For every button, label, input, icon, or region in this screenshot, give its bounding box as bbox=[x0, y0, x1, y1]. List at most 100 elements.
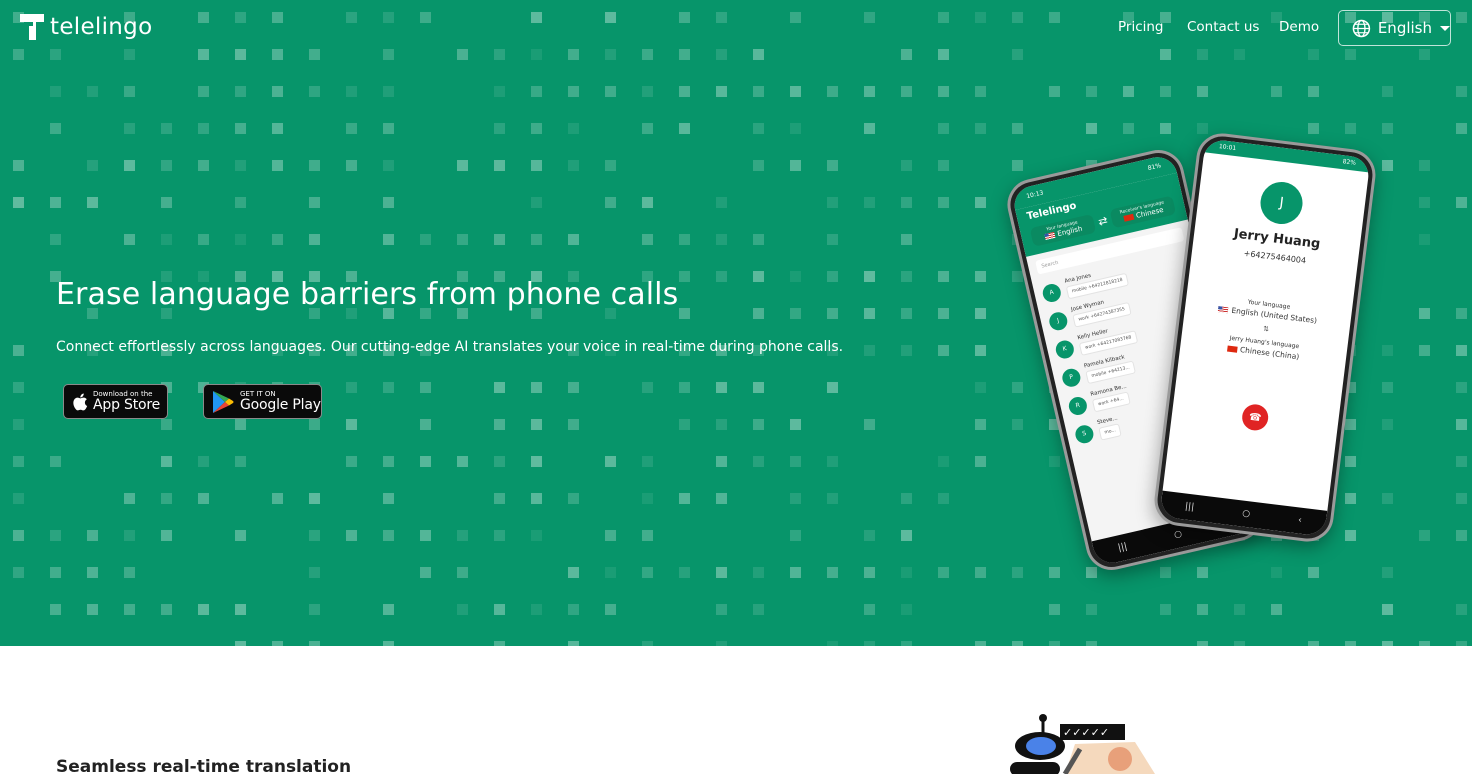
background-square bbox=[1197, 604, 1208, 615]
background-square bbox=[309, 530, 320, 541]
background-square bbox=[50, 567, 61, 578]
contact-avatar: K bbox=[1053, 338, 1076, 360]
background-square bbox=[531, 604, 542, 615]
background-square bbox=[901, 567, 912, 578]
background-square bbox=[1197, 86, 1208, 97]
background-square bbox=[235, 530, 246, 541]
background-square bbox=[50, 456, 61, 467]
background-square bbox=[1345, 419, 1356, 430]
background-square bbox=[827, 308, 838, 319]
background-square bbox=[605, 456, 616, 467]
background-square bbox=[1123, 123, 1134, 134]
background-square bbox=[1456, 419, 1467, 430]
background-square bbox=[716, 456, 727, 467]
background-square bbox=[716, 271, 727, 282]
background-square bbox=[13, 530, 24, 541]
background-square bbox=[1456, 308, 1467, 319]
background-square bbox=[50, 197, 61, 208]
background-square bbox=[1308, 123, 1319, 134]
google-play-button[interactable]: GET IT ON Google Play bbox=[203, 384, 322, 419]
background-square bbox=[864, 308, 875, 319]
contact-avatar: J bbox=[1047, 309, 1070, 332]
background-square bbox=[642, 123, 653, 134]
background-square bbox=[235, 123, 246, 134]
background-square bbox=[1197, 567, 1208, 578]
background-square bbox=[383, 382, 394, 393]
app-store-button[interactable]: Download on the App Store bbox=[63, 384, 168, 419]
logo-link[interactable]: telelingo bbox=[20, 14, 152, 40]
background-square bbox=[975, 456, 986, 467]
background-square bbox=[531, 197, 542, 208]
background-square bbox=[1419, 345, 1430, 356]
background-square bbox=[827, 493, 838, 504]
status-time: 10:01 bbox=[1218, 142, 1237, 153]
background-square bbox=[753, 419, 764, 430]
background-square bbox=[1382, 493, 1393, 504]
background-square bbox=[420, 456, 431, 467]
background-square bbox=[309, 419, 320, 430]
background-square bbox=[1086, 604, 1097, 615]
background-square bbox=[753, 567, 764, 578]
background-square bbox=[605, 567, 616, 578]
background-square bbox=[161, 197, 172, 208]
background-square bbox=[309, 160, 320, 171]
background-square bbox=[87, 160, 98, 171]
nav-link-contact-us[interactable]: Contact us bbox=[1187, 19, 1259, 35]
background-square bbox=[790, 530, 801, 541]
background-square bbox=[1419, 160, 1430, 171]
background-square bbox=[568, 86, 579, 97]
nav-link-pricing[interactable]: Pricing bbox=[1118, 19, 1164, 35]
background-square bbox=[679, 382, 690, 393]
background-square bbox=[124, 123, 135, 134]
nav-link-demo[interactable]: Demo bbox=[1279, 19, 1319, 35]
background-square bbox=[198, 493, 209, 504]
background-square bbox=[198, 234, 209, 245]
background-square bbox=[531, 234, 542, 245]
caller-avatar: J bbox=[1258, 179, 1305, 227]
background-square bbox=[494, 419, 505, 430]
background-square bbox=[161, 493, 172, 504]
background-square bbox=[790, 419, 801, 430]
background-square bbox=[1456, 530, 1467, 541]
background-square bbox=[642, 197, 653, 208]
background-square bbox=[1308, 86, 1319, 97]
background-square bbox=[753, 123, 764, 134]
background-square bbox=[198, 86, 209, 97]
background-square bbox=[309, 197, 320, 208]
background-square bbox=[13, 567, 24, 578]
swap-icon: ⇄ bbox=[1096, 213, 1109, 229]
background-square bbox=[1456, 123, 1467, 134]
background-square bbox=[716, 419, 727, 430]
background-square bbox=[753, 382, 764, 393]
background-square bbox=[605, 530, 616, 541]
background-square bbox=[938, 197, 949, 208]
language-selector[interactable]: English bbox=[1338, 10, 1451, 46]
background-square bbox=[938, 493, 949, 504]
background-square bbox=[679, 123, 690, 134]
background-square bbox=[50, 86, 61, 97]
background-square bbox=[642, 456, 653, 467]
background-square bbox=[827, 382, 838, 393]
background-square bbox=[716, 493, 727, 504]
contact-avatar: R bbox=[1066, 394, 1089, 417]
background-square bbox=[531, 86, 542, 97]
background-square bbox=[235, 160, 246, 171]
background-square bbox=[309, 493, 320, 504]
home-icon: ○ bbox=[1173, 529, 1184, 541]
background-square bbox=[346, 86, 357, 97]
apple-icon bbox=[73, 393, 88, 410]
caret-down-icon bbox=[1440, 25, 1450, 31]
background-square bbox=[827, 234, 838, 245]
background-square bbox=[383, 604, 394, 615]
background-square bbox=[1382, 567, 1393, 578]
background-square bbox=[790, 456, 801, 467]
background-square bbox=[420, 567, 431, 578]
background-square bbox=[864, 604, 875, 615]
background-square bbox=[753, 160, 764, 171]
background-square bbox=[1049, 567, 1060, 578]
background-square bbox=[124, 604, 135, 615]
background-square bbox=[50, 530, 61, 541]
background-square bbox=[716, 382, 727, 393]
background-square bbox=[864, 530, 875, 541]
background-square bbox=[605, 160, 616, 171]
